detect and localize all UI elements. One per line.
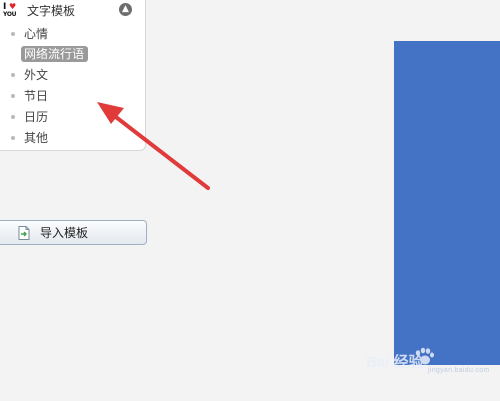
category-label: 网络流行语 (24, 47, 85, 61)
bullet-icon (11, 136, 15, 140)
bullet-icon (11, 94, 15, 98)
category-label: 其他 (24, 131, 49, 145)
category-label: 心情 (24, 27, 49, 41)
template-panel: I ♥ YOU 文字模板 ▲ 心情 网络流行语 外文 节日 日历 其他 (0, 0, 146, 151)
bullet-icon (11, 115, 15, 119)
logo-word: YOU (3, 11, 17, 18)
bullet-icon (11, 32, 15, 36)
category-item-other[interactable]: 其他 (11, 130, 49, 146)
heart-icon: ♥ (9, 2, 17, 11)
import-template-button[interactable]: 导入模板 (0, 220, 147, 245)
bullet-icon (11, 52, 15, 56)
import-file-icon (18, 226, 30, 240)
baidu-watermark: Bai 经验 jingyan.baidu.com (366, 343, 500, 377)
import-button-label: 导入模板 (40, 226, 89, 240)
category-item-internet-slang[interactable]: 网络流行语 (11, 46, 89, 62)
category-item-holiday[interactable]: 节日 (11, 88, 49, 104)
category-label: 日历 (24, 110, 49, 124)
bullet-icon (11, 73, 15, 77)
panel-header: I ♥ YOU 文字模板 ▲ (0, 0, 146, 22)
panel-title: 文字模板 (27, 4, 76, 18)
category-item-calendar[interactable]: 日历 (11, 109, 49, 125)
preview-canvas (394, 41, 500, 365)
watermark-subtext: jingyan.baidu.com (428, 367, 490, 374)
category-label: 外文 (24, 68, 49, 82)
paw-icon (415, 347, 434, 365)
chevron-up-icon[interactable]: ▲ (119, 3, 132, 16)
i-love-you-logo: I ♥ YOU (3, 3, 21, 20)
category-item-foreign[interactable]: 外文 (11, 67, 49, 83)
category-label: 节日 (24, 89, 49, 103)
category-item-mood[interactable]: 心情 (11, 26, 49, 42)
